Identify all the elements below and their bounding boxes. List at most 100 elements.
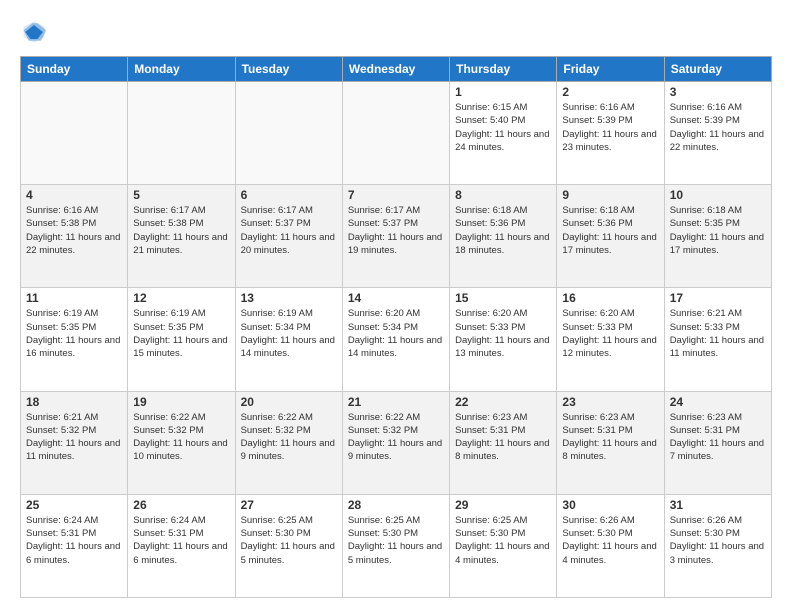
table-row: 29 Sunrise: 6:25 AMSunset: 5:30 PMDayligh…	[450, 494, 557, 597]
day-info: Sunrise: 6:21 AMSunset: 5:33 PMDaylight:…	[670, 308, 764, 359]
day-number: 2	[562, 85, 658, 99]
calendar-table: Sunday Monday Tuesday Wednesday Thursday…	[20, 56, 772, 598]
table-row: 9 Sunrise: 6:18 AMSunset: 5:36 PMDaylight…	[557, 185, 664, 288]
table-row: 6Sunrise: 6:17 AMSunset: 5:37 PMDaylight…	[235, 185, 342, 288]
day-info: Sunrise: 6:25 AMSunset: 5:30 PMDaylight:…	[455, 515, 549, 566]
table-row: 17 Sunrise: 6:21 AMSunset: 5:33 PMDayligh…	[664, 288, 771, 391]
day-number: 19	[133, 395, 229, 409]
day-number: 11	[26, 291, 122, 305]
day-info: Sunrise: 6:16 AMSunset: 5:39 PMDaylight:…	[670, 102, 764, 153]
logo	[20, 18, 52, 46]
day-info: Sunrise: 6:19 AMSunset: 5:35 PMDaylight:…	[26, 308, 120, 359]
table-row: 3 Sunrise: 6:16 AMSunset: 5:39 PMDaylight…	[664, 82, 771, 185]
day-number: 31	[670, 498, 766, 512]
day-info: Sunrise: 6:25 AMSunset: 5:30 PMDaylight:…	[241, 515, 335, 566]
day-number: 20	[241, 395, 337, 409]
table-row: 28 Sunrise: 6:25 AMSunset: 5:30 PMDayligh…	[342, 494, 449, 597]
day-info: Sunrise: 6:16 AMSunset: 5:39 PMDaylight:…	[562, 102, 656, 153]
day-info: Sunrise: 6:22 AMSunset: 5:32 PMDaylight:…	[241, 412, 335, 463]
table-row: 4 Sunrise: 6:16 AMSunset: 5:38 PMDaylight…	[21, 185, 128, 288]
day-info: Sunrise: 6:18 AMSunset: 5:36 PMDaylight:…	[455, 205, 549, 256]
day-info: Sunrise: 6:20 AMSunset: 5:34 PMDaylight:…	[348, 308, 442, 359]
day-info: Sunrise: 6:23 AMSunset: 5:31 PMDaylight:…	[455, 412, 549, 463]
day-info: Sunrise: 6:18 AMSunset: 5:35 PMDaylight:…	[670, 205, 764, 256]
col-wednesday: Wednesday	[342, 57, 449, 82]
day-info: Sunrise: 6:24 AMSunset: 5:31 PMDaylight:…	[133, 515, 227, 566]
col-friday: Friday	[557, 57, 664, 82]
table-row: 26 Sunrise: 6:24 AMSunset: 5:31 PMDayligh…	[128, 494, 235, 597]
day-number: 5	[133, 188, 229, 202]
day-number: 9	[562, 188, 658, 202]
table-row	[235, 82, 342, 185]
col-thursday: Thursday	[450, 57, 557, 82]
day-number: 7	[348, 188, 444, 202]
day-number: 21	[348, 395, 444, 409]
table-row	[21, 82, 128, 185]
logo-icon	[20, 18, 48, 46]
day-number: 26	[133, 498, 229, 512]
table-row: 30 Sunrise: 6:26 AMSunset: 5:30 PMDayligh…	[557, 494, 664, 597]
table-row: 12 Sunrise: 6:19 AMSunset: 5:35 PMDayligh…	[128, 288, 235, 391]
table-row: 23 Sunrise: 6:23 AMSunset: 5:31 PMDayligh…	[557, 391, 664, 494]
table-row: 27Sunrise: 6:25 AMSunset: 5:30 PMDayligh…	[235, 494, 342, 597]
day-number: 29	[455, 498, 551, 512]
day-number: 10	[670, 188, 766, 202]
col-saturday: Saturday	[664, 57, 771, 82]
day-info: Sunrise: 6:17 AMSunset: 5:37 PMDaylight:…	[241, 205, 335, 256]
day-number: 4	[26, 188, 122, 202]
table-row: 15 Sunrise: 6:20 AMSunset: 5:33 PMDayligh…	[450, 288, 557, 391]
table-row: 18 Sunrise: 6:21 AMSunset: 5:32 PMDayligh…	[21, 391, 128, 494]
day-info: Sunrise: 6:20 AMSunset: 5:33 PMDaylight:…	[562, 308, 656, 359]
day-info: Sunrise: 6:26 AMSunset: 5:30 PMDaylight:…	[670, 515, 764, 566]
table-row: 1 Sunrise: 6:15 AMSunset: 5:40 PMDaylight…	[450, 82, 557, 185]
table-row	[342, 82, 449, 185]
table-row: 5 Sunrise: 6:17 AMSunset: 5:38 PMDaylight…	[128, 185, 235, 288]
day-number: 16	[562, 291, 658, 305]
table-row: 14 Sunrise: 6:20 AMSunset: 5:34 PMDayligh…	[342, 288, 449, 391]
day-info: Sunrise: 6:24 AMSunset: 5:31 PMDaylight:…	[26, 515, 120, 566]
day-number: 1	[455, 85, 551, 99]
day-info: Sunrise: 6:18 AMSunset: 5:36 PMDaylight:…	[562, 205, 656, 256]
day-number: 14	[348, 291, 444, 305]
day-info: Sunrise: 6:15 AMSunset: 5:40 PMDaylight:…	[455, 102, 549, 153]
day-info: Sunrise: 6:22 AMSunset: 5:32 PMDaylight:…	[348, 412, 442, 463]
day-number: 8	[455, 188, 551, 202]
table-row: 24 Sunrise: 6:23 AMSunset: 5:31 PMDayligh…	[664, 391, 771, 494]
table-row: 31 Sunrise: 6:26 AMSunset: 5:30 PMDayligh…	[664, 494, 771, 597]
day-number: 28	[348, 498, 444, 512]
day-number: 12	[133, 291, 229, 305]
table-row: 20 Sunrise: 6:22 AMSunset: 5:32 PMDayligh…	[235, 391, 342, 494]
day-number: 23	[562, 395, 658, 409]
table-row: 22 Sunrise: 6:23 AMSunset: 5:31 PMDayligh…	[450, 391, 557, 494]
day-info: Sunrise: 6:25 AMSunset: 5:30 PMDaylight:…	[348, 515, 442, 566]
day-number: 13	[241, 291, 337, 305]
day-number: 15	[455, 291, 551, 305]
col-tuesday: Tuesday	[235, 57, 342, 82]
day-info: Sunrise: 6:23 AMSunset: 5:31 PMDaylight:…	[670, 412, 764, 463]
table-row: 25 Sunrise: 6:24 AMSunset: 5:31 PMDayligh…	[21, 494, 128, 597]
day-number: 25	[26, 498, 122, 512]
day-info: Sunrise: 6:23 AMSunset: 5:31 PMDaylight:…	[562, 412, 656, 463]
table-row	[128, 82, 235, 185]
day-info: Sunrise: 6:17 AMSunset: 5:38 PMDaylight:…	[133, 205, 227, 256]
day-info: Sunrise: 6:26 AMSunset: 5:30 PMDaylight:…	[562, 515, 656, 566]
day-number: 18	[26, 395, 122, 409]
day-info: Sunrise: 6:16 AMSunset: 5:38 PMDaylight:…	[26, 205, 120, 256]
day-number: 17	[670, 291, 766, 305]
table-row: 7Sunrise: 6:17 AMSunset: 5:37 PMDaylight…	[342, 185, 449, 288]
day-info: Sunrise: 6:19 AMSunset: 5:35 PMDaylight:…	[133, 308, 227, 359]
day-number: 3	[670, 85, 766, 99]
header	[20, 18, 772, 46]
day-info: Sunrise: 6:21 AMSunset: 5:32 PMDaylight:…	[26, 412, 120, 463]
day-number: 30	[562, 498, 658, 512]
day-number: 24	[670, 395, 766, 409]
table-row: 2 Sunrise: 6:16 AMSunset: 5:39 PMDaylight…	[557, 82, 664, 185]
col-sunday: Sunday	[21, 57, 128, 82]
table-row: 16 Sunrise: 6:20 AMSunset: 5:33 PMDayligh…	[557, 288, 664, 391]
table-row: 11 Sunrise: 6:19 AMSunset: 5:35 PMDayligh…	[21, 288, 128, 391]
day-number: 22	[455, 395, 551, 409]
table-row: 10 Sunrise: 6:18 AMSunset: 5:35 PMDayligh…	[664, 185, 771, 288]
day-info: Sunrise: 6:19 AMSunset: 5:34 PMDaylight:…	[241, 308, 335, 359]
table-row: 13 Sunrise: 6:19 AMSunset: 5:34 PMDayligh…	[235, 288, 342, 391]
day-info: Sunrise: 6:20 AMSunset: 5:33 PMDaylight:…	[455, 308, 549, 359]
